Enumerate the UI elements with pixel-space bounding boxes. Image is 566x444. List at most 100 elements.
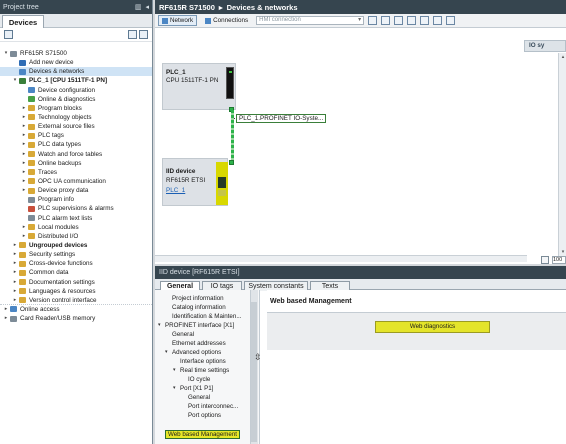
- nav-item[interactable]: Interface options: [180, 357, 226, 366]
- nav-item[interactable]: General: [188, 393, 210, 402]
- iid-device[interactable]: IID device RF615R ETSI PLC_1: [162, 158, 228, 206]
- collapse-arrow-icon[interactable]: ▸: [21, 186, 27, 195]
- network-tool-1-icon[interactable]: [368, 16, 378, 25]
- collapse-arrow-icon[interactable]: ▸: [21, 122, 27, 131]
- nav-item[interactable]: ▾ PROFINET interface [X1]: [158, 321, 234, 330]
- expand-arrow-icon[interactable]: ▾: [158, 321, 161, 330]
- tree-item[interactable]: Add new device: [0, 58, 152, 67]
- collapse-arrow-icon[interactable]: ▸: [21, 104, 27, 113]
- network-tool-4-icon[interactable]: [407, 16, 417, 25]
- nav-item[interactable]: General: [172, 330, 194, 339]
- tree-item[interactable]: ▸ Watch and force tables: [0, 150, 152, 159]
- tree-item[interactable]: ▸ PLC data types: [0, 140, 152, 149]
- collapse-arrow-icon[interactable]: ▸: [21, 168, 27, 177]
- tree-item[interactable]: ▸ Device proxy data: [0, 186, 152, 195]
- tree-item[interactable]: ▸ Program blocks: [0, 104, 152, 113]
- collapse-arrow-icon[interactable]: ▸: [12, 250, 18, 259]
- nav-item[interactable]: ▾ Real time settings: [173, 366, 229, 375]
- tree-item[interactable]: ▸ Security settings: [0, 250, 152, 259]
- tree-item[interactable]: ▸ Languages & resources: [0, 287, 152, 296]
- web-diagnostics-button[interactable]: Web diagnostics: [375, 321, 490, 333]
- collapse-arrow-icon[interactable]: ▸: [12, 259, 18, 268]
- tree-item[interactable]: ▸ Cross-device functions: [0, 259, 152, 268]
- io-system-strip[interactable]: IO sy: [524, 40, 566, 52]
- network-tool-6-icon[interactable]: [433, 16, 443, 25]
- expand-arrow-icon[interactable]: ▾: [165, 348, 168, 357]
- network-tool-3-icon[interactable]: [394, 16, 404, 25]
- connections-view-button[interactable]: Connections: [201, 15, 252, 26]
- zoom-icon[interactable]: [446, 16, 456, 25]
- zoom-fit-icon[interactable]: [541, 256, 549, 264]
- tree-item[interactable]: ▾ PLC_1 [CPU 1511TF-1 PN]: [0, 76, 152, 85]
- tree-item[interactable]: ▸ Ungrouped devices: [0, 241, 152, 250]
- tree-item[interactable]: ▸ PLC tags: [0, 131, 152, 140]
- collapse-arrow-icon[interactable]: ▸: [3, 305, 9, 314]
- collapse-arrow-icon[interactable]: ▸: [21, 223, 27, 232]
- tree-item[interactable]: ▸ Traces: [0, 168, 152, 177]
- editor-vertical-scrollbar[interactable]: ▴ ▾: [558, 53, 566, 256]
- tree-item[interactable]: PLC alarm text lists: [0, 214, 152, 223]
- nav-item[interactable]: IO cycle: [188, 375, 210, 384]
- tree-view-icon[interactable]: [128, 30, 137, 39]
- tree-item[interactable]: ▸ Online backups: [0, 159, 152, 168]
- nav-item[interactable]: ▾ Port [X1 P1]: [173, 384, 213, 393]
- tree-detail-icon[interactable]: [139, 30, 148, 39]
- tree-item[interactable]: ▸ External source files: [0, 122, 152, 131]
- network-tool-5-icon[interactable]: [420, 16, 430, 25]
- editor-horizontal-scrollbar[interactable]: [155, 255, 527, 262]
- nav-item[interactable]: Ethernet addresses: [172, 339, 226, 348]
- collapse-arrow-icon[interactable]: ▸: [21, 150, 27, 159]
- breadcrumb-project[interactable]: RF615R S71500: [159, 3, 215, 12]
- tree-item[interactable]: ▸ Online access: [0, 305, 152, 314]
- tab-devices[interactable]: Devices: [2, 15, 44, 28]
- plc-device[interactable]: PLC_1 CPU 1511TF-1 PN: [162, 63, 236, 110]
- collapse-arrow-icon[interactable]: ▸: [21, 131, 27, 140]
- tree-item[interactable]: ▸ Version control interface: [0, 296, 152, 305]
- nav-web-based-management[interactable]: Web based Management: [165, 430, 241, 439]
- collapse-arrow-icon[interactable]: ▸: [12, 296, 18, 305]
- expand-arrow-icon[interactable]: ▾: [173, 366, 176, 375]
- collapse-panel-icon[interactable]: ◂: [145, 3, 149, 11]
- tree-item[interactable]: ▸ OPC UA communication: [0, 177, 152, 186]
- iid-profinet-port[interactable]: [229, 160, 234, 165]
- tree-item[interactable]: ▸ Technology objects: [0, 113, 152, 122]
- nav-item[interactable]: Identification & Mainten...: [172, 312, 241, 321]
- nav-item[interactable]: Project information: [172, 294, 224, 303]
- scroll-up-icon[interactable]: ▴: [560, 54, 566, 60]
- nav-item[interactable]: ▾ Advanced options: [165, 348, 221, 357]
- tree-item[interactable]: Device configuration: [0, 86, 152, 95]
- collapse-arrow-icon[interactable]: ▸: [21, 140, 27, 149]
- collapse-arrow-icon[interactable]: ▸: [12, 287, 18, 296]
- tree-item[interactable]: Program info: [0, 195, 152, 204]
- collapse-arrow-icon[interactable]: ▸: [12, 268, 18, 277]
- tree-item[interactable]: ▾ RF615R S71500: [0, 49, 152, 58]
- collapse-arrow-icon[interactable]: ▸: [21, 113, 27, 122]
- tree-item[interactable]: Online & diagnostics: [0, 95, 152, 104]
- collapse-arrow-icon[interactable]: ▸: [12, 241, 18, 250]
- expand-arrow-icon[interactable]: ▾: [173, 384, 176, 393]
- tree-item[interactable]: Devices & networks: [0, 67, 152, 77]
- collapse-arrow-icon[interactable]: ▸: [21, 232, 27, 241]
- pin-icon[interactable]: ▥: [135, 3, 142, 11]
- network-tool-2-icon[interactable]: [381, 16, 391, 25]
- tree-item[interactable]: ▸ Distributed I/O: [0, 232, 152, 241]
- tree-item[interactable]: PLC supervisions & alarms: [0, 204, 152, 213]
- expand-arrow-icon[interactable]: ▾: [3, 49, 9, 58]
- breadcrumb-page[interactable]: Devices & networks: [227, 3, 298, 12]
- expand-arrow-icon[interactable]: ▾: [12, 76, 18, 85]
- collapse-arrow-icon[interactable]: ▸: [21, 159, 27, 168]
- profinet-network-label[interactable]: PLC_1.PROFINET IO-Syste...: [236, 114, 327, 123]
- tree-item[interactable]: ▸ Common data: [0, 268, 152, 277]
- inspector-nav-scroll-thumb[interactable]: [251, 302, 257, 442]
- nav-item[interactable]: Catalog information: [172, 303, 226, 312]
- collapse-arrow-icon[interactable]: ▸: [21, 177, 27, 186]
- scroll-down-icon[interactable]: ▾: [560, 249, 566, 255]
- collapse-arrow-icon[interactable]: ▸: [12, 278, 18, 287]
- network-view-button[interactable]: Network: [158, 15, 198, 26]
- nav-item[interactable]: Port options: [188, 411, 221, 420]
- tree-item[interactable]: ▸ Documentation settings: [0, 278, 152, 287]
- collapse-arrow-icon[interactable]: ▸: [3, 314, 9, 323]
- tree-item[interactable]: ▸ Local modules: [0, 223, 152, 232]
- iid-plc-link[interactable]: PLC_1: [166, 187, 185, 194]
- hmi-connection-select[interactable]: HMI connection: [256, 16, 365, 25]
